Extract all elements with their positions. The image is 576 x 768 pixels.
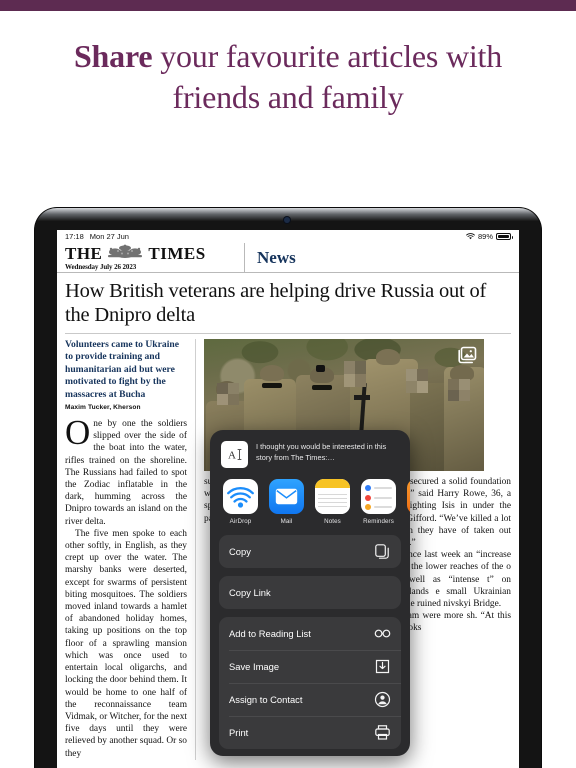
notes-icon	[315, 479, 350, 514]
status-time: 17:18	[65, 232, 84, 241]
masthead-title-right: TIMES	[148, 243, 206, 263]
promo-headline: Share your favourite articles with frien…	[0, 36, 576, 118]
share-app-label: Mail	[280, 517, 293, 525]
action-label: Copy	[229, 545, 251, 557]
pixelated-face	[406, 369, 428, 393]
pixelated-face	[344, 361, 366, 387]
photo-gallery-icon[interactable]	[457, 346, 477, 364]
download-icon	[374, 658, 391, 675]
tablet-device: 17:18 Mon 27 Jun 89% THE TIMES Wednesday…	[35, 208, 541, 768]
share-app-airdrop[interactable]: AirDrop	[223, 479, 258, 525]
share-app-label: AirDrop	[229, 517, 252, 525]
action-label: Assign to Contact	[229, 693, 303, 705]
royal-crest-icon	[104, 244, 146, 262]
tablet-screen: 17:18 Mon 27 Jun 89% THE TIMES Wednesday…	[57, 230, 519, 768]
front-camera-icon	[284, 217, 290, 223]
article-standfirst: Volunteers came to Ukraine to provide tr…	[65, 339, 179, 400]
action-label: Save Image	[229, 660, 280, 672]
share-app-row[interactable]: AirDrop Mail Notes Reminders	[210, 477, 410, 535]
messages-icon	[407, 479, 410, 514]
action-copy-link[interactable]: Copy Link	[219, 576, 401, 609]
action-label: Add to Reading List	[229, 627, 311, 639]
masthead-logo-block[interactable]: THE TIMES Wednesday July 26 2023	[65, 243, 245, 272]
share-app-notes[interactable]: Notes	[315, 479, 350, 525]
article-headline: How British veterans are helping drive R…	[65, 279, 511, 334]
wifi-icon	[466, 233, 475, 240]
action-label: Print	[229, 726, 249, 738]
masthead-title-left: THE	[65, 243, 103, 263]
screenshot-root: Share your favourite articles with frien…	[0, 0, 576, 768]
share-app-reminders[interactable]: Reminders	[361, 479, 396, 525]
share-sheet[interactable]: A I thought you would be interested in t…	[210, 430, 410, 756]
action-copy[interactable]: Copy	[219, 535, 401, 568]
pixelated-face	[448, 379, 470, 401]
masthead: THE TIMES Wednesday July 26 2023 News	[57, 243, 519, 273]
section-label[interactable]: News	[245, 243, 296, 272]
action-save-image[interactable]: Save Image	[219, 649, 401, 683]
status-date: Mon 27 Jun	[89, 232, 129, 241]
promo-bold-word: Share	[73, 38, 153, 74]
action-print[interactable]: Print	[219, 715, 401, 749]
airdrop-icon	[223, 479, 258, 514]
promo-line2: friends and family	[172, 79, 404, 115]
printer-icon	[374, 724, 391, 741]
drop-cap: O	[65, 413, 91, 453]
share-action-group-1: Copy	[219, 534, 401, 568]
masthead-date: Wednesday July 26 2023	[65, 263, 137, 271]
action-add-to-reading-list[interactable]: Add to Reading List	[219, 617, 401, 650]
share-app-mail[interactable]: Mail	[269, 479, 304, 525]
pixelated-face	[217, 383, 239, 405]
battery-percent-label: 89%	[477, 232, 493, 241]
article-byline: Maxim Tucker, Kherson	[65, 404, 141, 412]
top-accent-bar	[0, 0, 576, 11]
article-body-col1: One by one the soldiers slipped over the…	[65, 413, 187, 760]
ios-status-bar: 17:18 Mon 27 Jun 89%	[57, 230, 519, 243]
svg-text:A: A	[228, 450, 236, 462]
share-sheet-header: A I thought you would be interested in t…	[210, 430, 410, 477]
reminders-icon	[361, 479, 396, 514]
copy-icon	[374, 543, 391, 560]
share-action-group-2: Copy Link	[219, 575, 401, 609]
person-circle-icon	[374, 691, 391, 708]
action-assign-to-contact[interactable]: Assign to Contact	[219, 682, 401, 716]
share-app-label: Reminders	[363, 517, 394, 525]
share-subject-text: I thought you would be interested in thi…	[256, 442, 387, 462]
promo-line1-rest: your favourite articles with	[152, 38, 503, 74]
glasses-icon	[374, 625, 391, 642]
text-document-icon: A	[221, 441, 248, 468]
article-column-1: Volunteers came to Ukraine to provide tr…	[65, 339, 195, 760]
share-app-label: Notes	[324, 517, 341, 525]
col1-para-2: The five men spoke to each other softly,…	[65, 528, 187, 759]
masthead-title: THE TIMES	[65, 244, 238, 262]
share-action-list[interactable]: Copy Copy Link Add to Reading List Save …	[210, 534, 410, 749]
share-app-more[interactable]	[407, 479, 410, 525]
action-label: Copy Link	[229, 586, 271, 598]
battery-icon	[496, 233, 513, 240]
share-action-group-3: Add to Reading List Save Image Assign to…	[219, 616, 401, 749]
mail-icon	[269, 479, 304, 514]
